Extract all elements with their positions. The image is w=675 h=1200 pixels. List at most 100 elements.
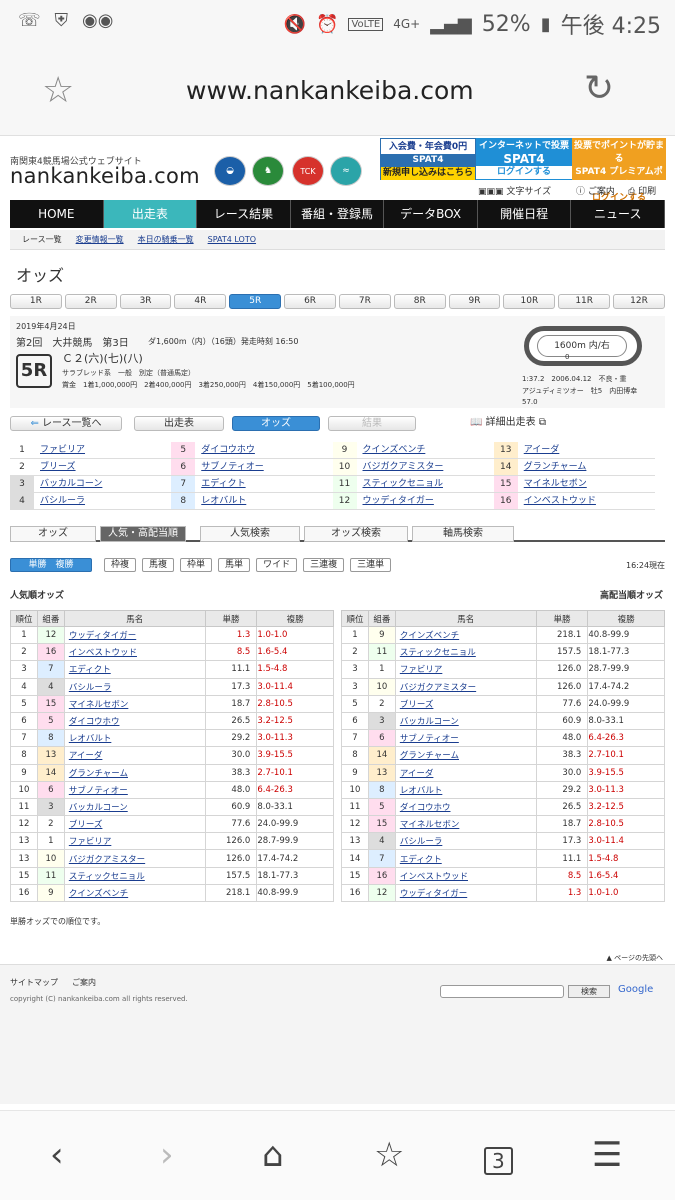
race-tab[interactable]: 1R	[10, 294, 62, 309]
menu-icon[interactable]: ☰	[592, 1135, 622, 1175]
horse-name-link[interactable]: マイネルセボン	[63, 694, 206, 713]
bet-type-trio[interactable]: 三連複	[303, 558, 345, 572]
horse-name-link[interactable]: サブノティオー	[63, 780, 206, 799]
horse-name-link[interactable]: マイネルセボン	[518, 476, 651, 492]
horse-name-link[interactable]: クインズベンチ	[357, 442, 490, 458]
race-tab[interactable]: 2R	[64, 294, 117, 309]
home-icon[interactable]: ⌂	[262, 1135, 284, 1175]
bet-type-wide[interactable]: ワイド	[256, 558, 298, 572]
odds-button[interactable]: オッズ	[232, 416, 320, 431]
horse-name-link[interactable]: クインズベンチ	[63, 883, 206, 903]
horse-name-link[interactable]: サブノティオー	[195, 459, 328, 475]
tabs-icon[interactable]: 3	[484, 1147, 513, 1175]
horse-name-link[interactable]: レオバルト	[394, 780, 537, 799]
horse-name-link[interactable]: バシルーラ	[394, 832, 537, 851]
subnav-changes[interactable]: 変更情報一覧	[76, 230, 124, 249]
spat4-premium-banner[interactable]: 投票でポイントが貯まる SPAT4 プレミアムポイント ログインする	[572, 138, 666, 205]
url-field[interactable]: www.nankankeiba.com	[186, 76, 474, 105]
race-tab[interactable]: 6R	[284, 294, 336, 309]
bookmark-star-icon[interactable]: ☆	[42, 70, 74, 111]
horse-name-link[interactable]: バッカルコーン	[63, 797, 206, 817]
bet-type-exacta[interactable]: 馬単	[218, 558, 251, 572]
subnav-jockeys[interactable]: 本日の騎乗一覧	[138, 230, 194, 249]
site-logo[interactable]: nankankeiba.com	[10, 164, 200, 188]
horse-name-link[interactable]: インベストウッド	[518, 493, 651, 509]
horse-name-link[interactable]: グランチャーム	[394, 746, 537, 765]
back-to-race-list-button[interactable]: ⇐ レース一覧へ	[10, 416, 122, 431]
race-tab[interactable]: 8R	[393, 294, 446, 309]
entries-button[interactable]: 出走表	[134, 416, 224, 431]
horse-name-link[interactable]: ファビリア	[63, 832, 206, 851]
horse-name-link[interactable]: エディクト	[394, 849, 537, 868]
nav-schedule[interactable]: 開催日程	[478, 200, 572, 228]
horse-name-link[interactable]: ブリーズ	[63, 815, 206, 834]
horse-name-link[interactable]: ファビリア	[394, 660, 537, 679]
tab-odds-search[interactable]: オッズ検索	[304, 526, 408, 542]
horse-name-link[interactable]: エディクト	[63, 660, 206, 679]
horse-name-link[interactable]: ダイコウホウ	[394, 797, 537, 817]
footer-guide-link[interactable]: ご案内	[72, 977, 96, 988]
site-search-button[interactable]: 検索	[568, 985, 610, 998]
horse-name-link[interactable]: バジガクアミスター	[357, 459, 490, 475]
result-button[interactable]: 結果	[328, 416, 416, 431]
race-tab[interactable]: 3R	[119, 294, 172, 309]
horse-name-link[interactable]: クインズベンチ	[394, 625, 537, 645]
guide-link[interactable]: ⓘ ご案内	[576, 184, 615, 197]
nav-home[interactable]: HOME	[10, 200, 104, 228]
race-tab[interactable]: 10R	[503, 294, 556, 309]
race-tab[interactable]: 11R	[558, 294, 611, 309]
horse-name-link[interactable]: バッカルコーン	[34, 476, 167, 492]
horse-name-link[interactable]: エディクト	[195, 476, 328, 492]
nav-news[interactable]: ニュース	[571, 200, 666, 228]
kawasaki-logo-icon[interactable]: ≈	[330, 156, 362, 186]
horse-name-link[interactable]: レオバルト	[195, 493, 328, 509]
race-tab[interactable]: 12R	[613, 294, 665, 309]
horse-name-link[interactable]: レオバルト	[63, 729, 206, 748]
footer-sitemap-link[interactable]: サイトマップ	[10, 977, 58, 988]
horse-name-link[interactable]: アイーダ	[394, 763, 537, 782]
reload-icon[interactable]: ↻	[584, 68, 614, 109]
tck-logo-icon[interactable]: TCK	[292, 156, 324, 186]
horse-name-link[interactable]: スティックセニョル	[357, 476, 490, 492]
horse-name-link[interactable]: インベストウッド	[63, 643, 206, 662]
spat4-login-banner[interactable]: インターネットで投票 SPAT4 ログインする	[476, 138, 572, 180]
horse-name-link[interactable]: インベストウッド	[394, 866, 537, 885]
horse-name-link[interactable]: ファビリア	[34, 442, 167, 458]
horse-name-link[interactable]: バジガクアミスター	[394, 677, 537, 696]
horse-name-link[interactable]: ダイコウホウ	[195, 442, 328, 458]
horse-name-link[interactable]: ダイコウホウ	[63, 711, 206, 731]
page-top-link[interactable]: ▲ ページの先頭へ	[607, 953, 664, 963]
detail-entries-link[interactable]: 📖 詳細出走表 ⧉	[470, 416, 562, 431]
horse-name-link[interactable]: ブリーズ	[394, 694, 537, 713]
horse-name-link[interactable]: グランチャーム	[63, 763, 206, 782]
funabashi-logo-icon[interactable]: ♞	[252, 156, 284, 186]
print-link[interactable]: ⎙ 印刷	[628, 184, 656, 197]
horse-name-link[interactable]: アイーダ	[63, 746, 206, 765]
bet-type-win-place[interactable]: 単勝 複勝	[10, 558, 92, 572]
spat4-signup-banner[interactable]: 入会費・年会費0円 SPAT4 新規申し込みはこちら	[380, 138, 476, 180]
urawa-logo-icon[interactable]: ◒	[214, 156, 246, 186]
bet-type-quinella[interactable]: 馬複	[142, 558, 175, 572]
horse-name-link[interactable]: バシルーラ	[34, 493, 167, 509]
bookmarks-icon[interactable]: ☆	[374, 1135, 404, 1175]
horse-name-link[interactable]: ウッディタイガー	[357, 493, 490, 509]
horse-name-link[interactable]: ブリーズ	[34, 459, 167, 475]
horse-name-link[interactable]: バジガクアミスター	[63, 849, 206, 868]
subnav-race-list[interactable]: レース一覧	[22, 230, 62, 249]
font-size-control[interactable]: ▣▣▣ 文字サイズ	[478, 184, 551, 197]
race-tab[interactable]: 9R	[448, 294, 501, 309]
horse-name-link[interactable]: スティックセニョル	[394, 643, 537, 662]
nav-results[interactable]: レース結果	[197, 200, 291, 228]
bet-type-bracket-exacta[interactable]: 枠単	[180, 558, 213, 572]
horse-name-link[interactable]: スティックセニョル	[63, 866, 206, 885]
subnav-loto[interactable]: SPAT4 LOTO	[208, 230, 256, 249]
race-tab[interactable]: 7R	[338, 294, 391, 309]
tab-popularity[interactable]: 人気・高配当順	[100, 526, 186, 542]
back-icon[interactable]: ‹	[50, 1135, 64, 1175]
horse-name-link[interactable]: アイーダ	[518, 442, 651, 458]
race-tab[interactable]: 4R	[174, 294, 227, 309]
site-search-input[interactable]	[440, 985, 564, 998]
horse-name-link[interactable]: ウッディタイガー	[394, 883, 537, 903]
horse-name-link[interactable]: マイネルセボン	[394, 815, 537, 834]
tab-odds[interactable]: オッズ	[10, 526, 96, 542]
